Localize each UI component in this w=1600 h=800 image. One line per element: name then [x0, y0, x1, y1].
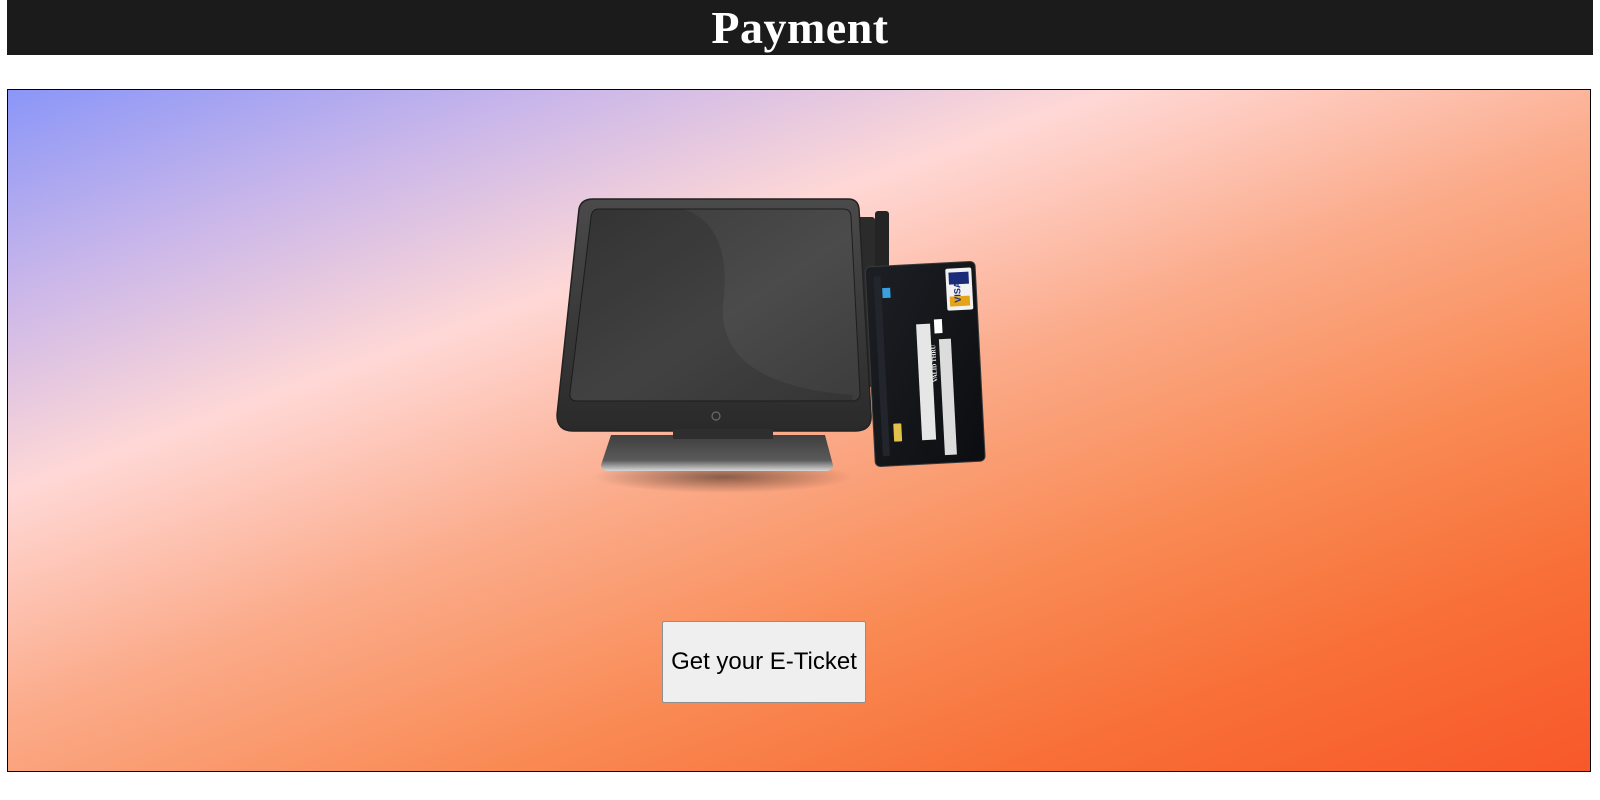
terminal-stand — [601, 435, 833, 471]
credit-card: VISA VALID THRU — [864, 260, 986, 467]
card-brand-text: VISA — [952, 281, 963, 303]
page-title: Payment — [711, 2, 889, 53]
get-eticket-button[interactable]: Get your E-Ticket — [662, 621, 866, 703]
page-header: Payment — [7, 0, 1593, 55]
pos-terminal-icon: VISA VALID THRU — [556, 198, 986, 493]
card-reader-slot-2 — [875, 211, 889, 271]
payment-panel: VISA VALID THRU Get your E-Ticket — [7, 89, 1591, 772]
stand-neck — [673, 429, 773, 439]
